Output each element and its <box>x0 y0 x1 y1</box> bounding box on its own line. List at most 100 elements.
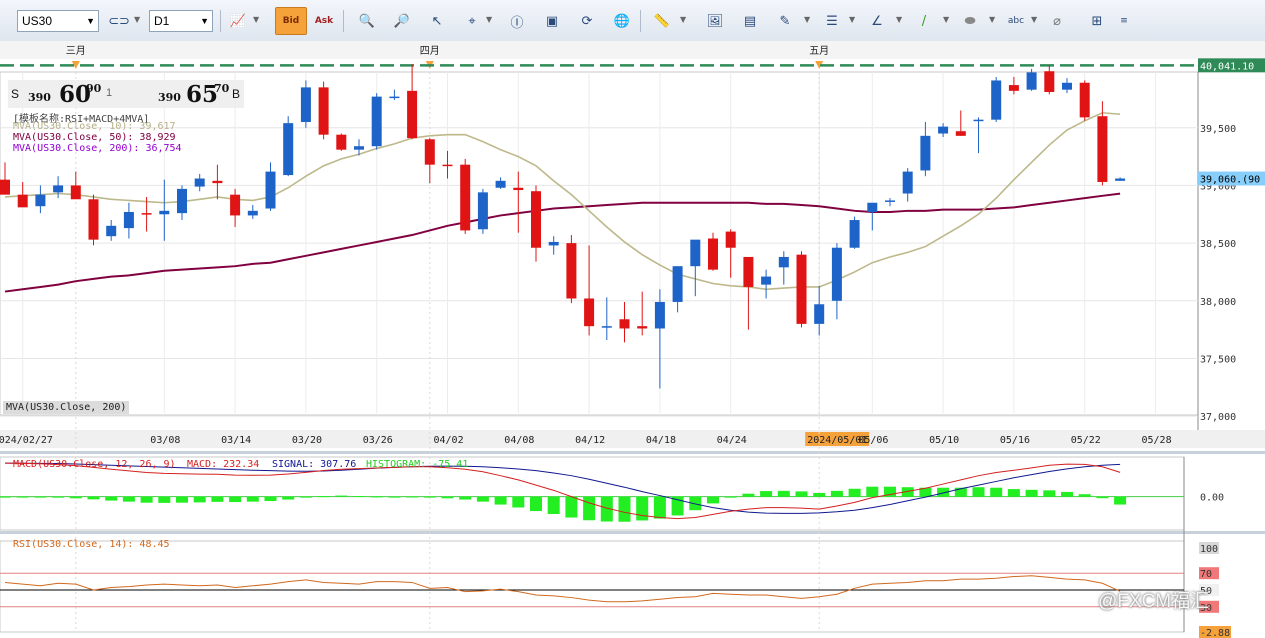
candle-body[interactable] <box>1062 82 1072 90</box>
date-tick-label: 03/26 <box>363 435 393 446</box>
candle-body[interactable] <box>672 266 683 302</box>
macd-histogram-bar <box>1025 489 1038 497</box>
candle-body[interactable] <box>35 194 46 207</box>
macd-histogram-bar <box>176 496 188 503</box>
date-tick-label: 04/08 <box>504 435 534 446</box>
candle-body[interactable] <box>902 171 913 194</box>
candle-body[interactable] <box>814 304 825 324</box>
candle-body[interactable] <box>654 301 665 329</box>
candle-body[interactable] <box>159 210 170 215</box>
candle-body[interactable] <box>283 123 294 176</box>
candle-body[interactable] <box>442 164 453 167</box>
candle-body[interactable] <box>123 211 134 229</box>
candle-body[interactable] <box>1079 82 1090 118</box>
candle-body[interactable] <box>849 220 860 248</box>
candle-body[interactable] <box>831 247 842 301</box>
candle-body[interactable] <box>548 241 559 246</box>
candle-body[interactable] <box>584 298 595 327</box>
macd-histogram-bar <box>246 496 259 502</box>
macd-histogram-bar <box>459 496 472 500</box>
date-tick-label: 03/20 <box>292 435 322 446</box>
candle-body[interactable] <box>88 199 99 240</box>
candle-body[interactable] <box>407 90 418 139</box>
sell-price-sup: 90 <box>86 82 102 95</box>
candle-body[interactable] <box>212 180 223 184</box>
candle-body[interactable] <box>938 126 949 134</box>
macd-histogram-bar <box>742 493 755 497</box>
candle-body[interactable] <box>513 187 524 191</box>
candle-body[interactable] <box>1044 71 1055 92</box>
macd-histogram-bar <box>441 496 454 499</box>
candle-body[interactable] <box>230 194 241 216</box>
macd-histogram-bar <box>1114 496 1127 505</box>
buy-prefix[interactable]: 390 <box>158 91 181 104</box>
sell-prefix[interactable]: 390 <box>28 91 51 104</box>
macd-legend-name: MACD(US30.Close, 12, 26, 9) <box>13 459 176 470</box>
macd-histogram-bar <box>494 496 507 505</box>
candle-body[interactable] <box>0 179 10 195</box>
candle-body[interactable] <box>1115 178 1126 181</box>
candle-body[interactable] <box>885 200 895 202</box>
candle-body[interactable] <box>354 146 364 150</box>
macd-histogram-bar <box>211 496 224 502</box>
candle-body[interactable] <box>601 326 612 328</box>
candle-body[interactable] <box>17 194 28 208</box>
macd-histogram-bar <box>1061 491 1073 497</box>
month-bar <box>0 41 1265 59</box>
macd-histogram-bar <box>140 496 153 503</box>
candle-body[interactable] <box>743 256 754 287</box>
candle-body[interactable] <box>106 225 117 237</box>
candle-body[interactable] <box>177 188 187 214</box>
candle-body[interactable] <box>1008 85 1019 91</box>
candle-body[interactable] <box>531 191 541 248</box>
date-tick-label: 05/22 <box>1071 435 1101 446</box>
candle-body[interactable] <box>141 213 152 215</box>
price-tick-label: 37,000 <box>1200 412 1236 423</box>
candle-body[interactable] <box>637 326 648 329</box>
candle-body[interactable] <box>761 276 772 285</box>
candle-body[interactable] <box>690 239 701 267</box>
macd-histogram-bar <box>990 487 1003 497</box>
buy-price-sup: 70 <box>214 82 230 95</box>
candle-body[interactable] <box>955 131 966 136</box>
date-tick-label: 04/02 <box>434 435 464 446</box>
candle-body[interactable] <box>867 202 878 212</box>
candle-body[interactable] <box>991 80 1002 120</box>
candle-body[interactable] <box>973 119 984 122</box>
candle-body[interactable] <box>318 87 329 135</box>
macd-histogram-bar <box>0 496 11 498</box>
rsi-current-label: -2.88 <box>1200 628 1230 638</box>
candle-body[interactable] <box>619 319 630 329</box>
macd-histogram-bar <box>512 496 525 508</box>
macd-zero-label: 0.00 <box>1200 493 1224 504</box>
candle-body[interactable] <box>53 185 64 193</box>
date-tick-label: 05/06 <box>858 435 888 446</box>
candle-body[interactable] <box>389 96 400 99</box>
candle-body[interactable] <box>336 134 347 150</box>
macd-histogram-bar <box>760 491 773 497</box>
candle-body[interactable] <box>424 139 435 165</box>
macd-histogram-bar <box>52 496 65 498</box>
candle-body[interactable] <box>265 171 276 209</box>
candle-body[interactable] <box>247 210 258 216</box>
candle-body[interactable] <box>194 178 205 187</box>
date-tick-label: 05/28 <box>1142 435 1172 446</box>
candle-body[interactable] <box>371 96 382 147</box>
candle-body[interactable] <box>920 135 931 171</box>
candle-body[interactable] <box>300 87 311 122</box>
candle-body[interactable] <box>1097 116 1108 182</box>
month-label: 五月 <box>809 45 829 57</box>
candle-body[interactable] <box>460 164 471 231</box>
macd-histogram-bar <box>848 488 861 497</box>
candle-body[interactable] <box>778 256 789 268</box>
candle-body[interactable] <box>1026 72 1037 90</box>
candle-body[interactable] <box>495 180 506 188</box>
candle-body[interactable] <box>708 238 718 270</box>
candle-body[interactable] <box>70 185 81 200</box>
candle-body[interactable] <box>796 254 807 324</box>
candle-body[interactable] <box>477 192 488 230</box>
macd-histogram-bar <box>830 490 843 497</box>
candle-body[interactable] <box>566 243 577 299</box>
macd-histogram-bar <box>777 490 790 497</box>
candle-body[interactable] <box>725 231 736 248</box>
